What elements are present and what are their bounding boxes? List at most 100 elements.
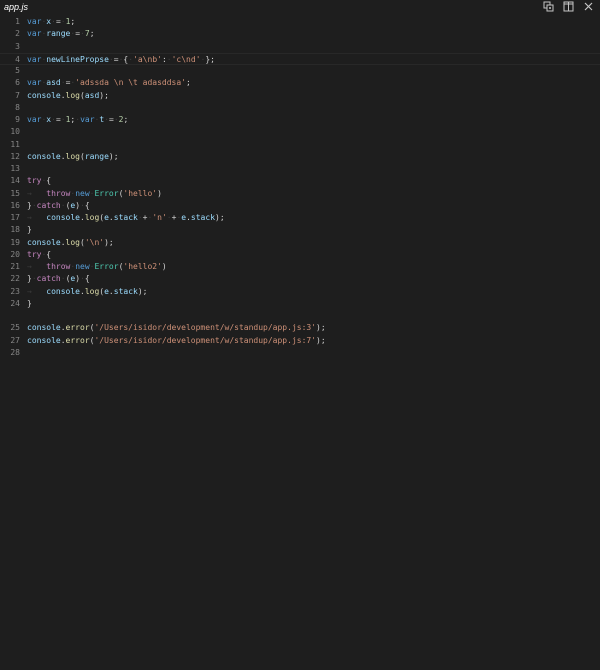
code-token: ; bbox=[70, 17, 76, 26]
code-token: ); bbox=[99, 90, 109, 100]
line-code: var·x·=·1;·var·t·=·2; bbox=[27, 114, 128, 126]
code-token: '/Users/isidor/development/w/standup/app… bbox=[94, 323, 317, 333]
line-code: console.error('/Users/isidor/development… bbox=[27, 335, 326, 347]
line-code: console.log('\n'); bbox=[27, 237, 114, 249]
code-token: } bbox=[27, 298, 32, 308]
code-token: ) bbox=[157, 188, 162, 198]
code-token: → bbox=[27, 213, 47, 222]
close-icon[interactable] bbox=[583, 1, 594, 12]
code-token: ) bbox=[161, 262, 167, 271]
code-line[interactable]: 13 bbox=[0, 163, 600, 175]
code-token: console bbox=[27, 151, 61, 161]
code-token: ; bbox=[89, 29, 95, 39]
line-code: console.error('/Users/isidor/development… bbox=[27, 322, 326, 334]
code-token: stack bbox=[113, 286, 138, 296]
code-token: new bbox=[75, 188, 90, 198]
code-line[interactable]: 11 bbox=[0, 139, 600, 151]
line-code: }·catch·(e)·{ bbox=[27, 273, 90, 285]
code-line[interactable]: 21 → throw·new·Error('hello2') bbox=[0, 261, 600, 273]
line-number: 12 bbox=[10, 151, 20, 161]
code-token: → bbox=[27, 286, 47, 296]
code-line[interactable]: 15 → throw·new·Error('hello') bbox=[0, 188, 600, 200]
code-token: ; bbox=[123, 115, 129, 124]
code-line[interactable]: 14 try·{ bbox=[0, 175, 600, 187]
code-token: var bbox=[27, 115, 42, 124]
code-token: try bbox=[27, 249, 42, 259]
code-token: 'n' bbox=[152, 213, 167, 222]
code-line[interactable]: 27 console.error('/Users/isidor/developme… bbox=[0, 335, 600, 347]
code-token: error bbox=[65, 323, 90, 333]
line-number: 15 bbox=[10, 188, 20, 198]
line-code: var·range·=·7; bbox=[27, 28, 95, 40]
line-number: 28 bbox=[10, 347, 20, 357]
code-line[interactable]: 16}·catch·(e)·{ bbox=[0, 200, 600, 212]
code-token: catch bbox=[36, 200, 61, 210]
code-line[interactable]: 7 console.log(asd); bbox=[0, 90, 600, 102]
split-editor-icon[interactable] bbox=[563, 1, 574, 12]
code-line[interactable]: 3 bbox=[0, 41, 600, 53]
code-line[interactable]: 23 → console.log(e.stack); bbox=[0, 286, 600, 298]
code-token: log bbox=[84, 213, 100, 222]
code-token: var bbox=[27, 29, 42, 39]
line-number: 8 bbox=[15, 102, 20, 112]
line-number: 27 bbox=[10, 335, 20, 345]
code-line[interactable]: 19 console.log('\n'); bbox=[0, 237, 600, 249]
code-token: log bbox=[65, 237, 80, 247]
code-token: var bbox=[27, 78, 42, 88]
code-token: { bbox=[84, 274, 90, 284]
line-code: } bbox=[27, 224, 32, 236]
code-token: ); bbox=[316, 323, 326, 333]
code-token: '/Users/isidor/development/w/standup/app… bbox=[94, 335, 317, 345]
line-code: → throw·new·Error('hello') bbox=[27, 188, 162, 200]
code-token: log bbox=[65, 151, 80, 161]
line-code: console.log(range); bbox=[27, 151, 119, 163]
line-number: 19 bbox=[10, 237, 20, 247]
code-token: ); bbox=[108, 151, 119, 161]
code-token: ); bbox=[215, 213, 225, 222]
code-line[interactable]: 5 bbox=[0, 65, 600, 77]
code-token: → bbox=[27, 262, 47, 271]
code-token: throw bbox=[46, 188, 71, 198]
code-token: → bbox=[27, 188, 47, 198]
editor-tab-title[interactable]: app.js bbox=[0, 0, 28, 14]
code-line[interactable]: 8 bbox=[0, 102, 600, 114]
code-token: ); bbox=[137, 286, 148, 296]
code-line[interactable]: 6 var·asd·=·'adssda \n \t adasddsa'; bbox=[0, 77, 600, 89]
line-number: 2 bbox=[15, 29, 20, 39]
code-editor[interactable]: 1 var·x·=·1; 2 var·range·=·7; 3 4 var·newLineP… bbox=[0, 16, 600, 359]
line-code: try·{ bbox=[27, 249, 51, 261]
code-token: newLinePropse bbox=[46, 54, 109, 64]
code-token: console bbox=[46, 286, 80, 296]
code-line[interactable]: 2 var·range·=·7; bbox=[0, 28, 600, 40]
code-line[interactable]: 18} bbox=[0, 224, 600, 236]
code-line[interactable]: 20 try·{ bbox=[0, 249, 600, 261]
code-token: ); bbox=[104, 237, 114, 247]
code-token: console bbox=[46, 213, 80, 222]
code-line[interactable]: 4 var·newLinePropse·=·{·'a\nb':·'c\nd'·}; bbox=[0, 52, 600, 65]
line-code: } bbox=[27, 298, 32, 310]
code-token: asd bbox=[46, 78, 61, 88]
code-line[interactable] bbox=[0, 310, 600, 322]
code-token: new bbox=[75, 262, 90, 271]
code-token: Error bbox=[94, 262, 119, 271]
code-line[interactable]: 17 → console.log(e.stack·+·'n'·+·e.stack)… bbox=[0, 212, 600, 224]
code-token: console bbox=[27, 90, 61, 100]
code-line[interactable]: 28 bbox=[0, 347, 600, 359]
editor-actions bbox=[543, 1, 594, 12]
line-number: 11 bbox=[10, 139, 20, 149]
code-token: throw bbox=[46, 262, 71, 271]
code-line[interactable]: 22 }·catch·(e)·{ bbox=[0, 273, 600, 285]
code-line[interactable]: 1 var·x·=·1; bbox=[0, 16, 600, 28]
line-number: 25 bbox=[10, 323, 20, 333]
code-line[interactable]: 12 console.log(range); bbox=[0, 151, 600, 163]
code-line[interactable]: 10 bbox=[0, 126, 600, 138]
code-line[interactable]: 24} bbox=[0, 298, 600, 310]
code-token: } bbox=[27, 225, 32, 235]
code-token: stack bbox=[190, 213, 216, 222]
line-number: 22 bbox=[10, 274, 20, 284]
code-line[interactable]: 25 console.error('/Users/isidor/developme… bbox=[0, 322, 600, 334]
open-changes-icon[interactable] bbox=[543, 1, 554, 12]
code-line[interactable]: 9 var·x·=·1;·var·t·=·2; bbox=[0, 114, 600, 126]
line-number: 17 bbox=[10, 213, 20, 222]
code-token: { bbox=[46, 249, 52, 259]
